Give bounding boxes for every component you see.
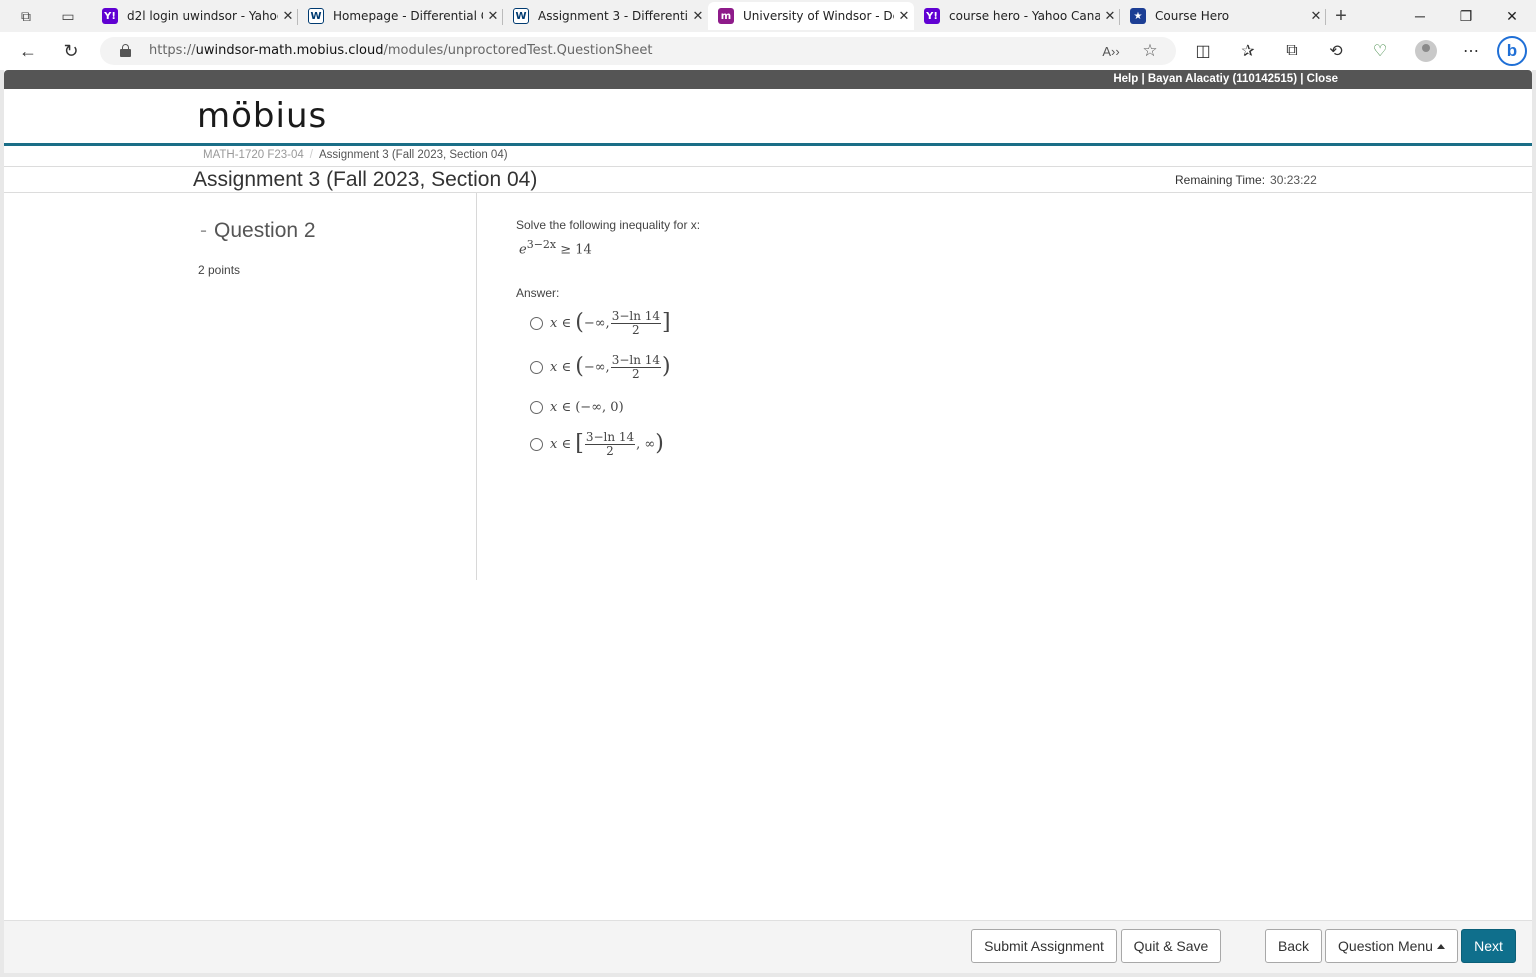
tab-course-hero[interactable]: ★ Course Hero ✕ bbox=[1120, 2, 1326, 30]
inequality: e3−2x ≥ 14 bbox=[519, 238, 592, 258]
radio-button[interactable] bbox=[530, 316, 543, 330]
caret-up-icon bbox=[1436, 943, 1445, 949]
back-button[interactable]: Back bbox=[1265, 929, 1322, 963]
remaining-time: Remaining Time: 30:23:22 bbox=[1175, 173, 1317, 187]
address-toolbar: ← ↻ https://uwindsor-math.mobius.cloud/m… bbox=[0, 32, 1536, 70]
tab-assignment-3[interactable]: W Assignment 3 - Differentia ✕ bbox=[503, 2, 708, 30]
question-points: 2 points bbox=[198, 263, 241, 277]
page-title: Assignment 3 (Fall 2023, Section 04) bbox=[193, 168, 538, 191]
tab-homepage[interactable]: W Homepage - Differential Ca ✕ bbox=[298, 2, 503, 30]
breadcrumb: MATH-1720 F23-04/Assignment 3 (Fall 2023… bbox=[203, 149, 508, 161]
tab-university-of-windsor[interactable]: m University of Windsor - De ✕ bbox=[708, 2, 914, 30]
mobius-icon: m bbox=[718, 8, 734, 24]
new-tab-icon[interactable]: + bbox=[1331, 5, 1351, 27]
read-aloud-icon[interactable]: A›› bbox=[1101, 41, 1121, 61]
answer-label: Answer: bbox=[516, 286, 560, 300]
question-menu-label: Question Menu bbox=[1338, 938, 1433, 954]
collections-icon[interactable]: ⧉ bbox=[1280, 40, 1304, 62]
window-close-icon[interactable]: ✕ bbox=[1500, 4, 1524, 28]
browser-tab-bar: ⧉ ▭ Y! d2l login uwindsor - Yahoo ✕ W Ho… bbox=[0, 0, 1536, 32]
tab-course-hero-search[interactable]: Y! course hero - Yahoo Canad ✕ bbox=[914, 2, 1120, 30]
uwindsor-icon: W bbox=[308, 8, 324, 24]
course-hero-icon: ★ bbox=[1130, 8, 1146, 24]
back-arrow-icon[interactable]: ← bbox=[16, 40, 40, 62]
user-name: Bayan Alacatiy (110142515) bbox=[1147, 73, 1298, 85]
remaining-time-label: Remaining Time: bbox=[1175, 173, 1266, 187]
uwindsor-icon: W bbox=[513, 8, 529, 24]
close-tab-icon[interactable]: ✕ bbox=[1306, 9, 1326, 24]
url-text[interactable]: https://uwindsor-math.mobius.cloud/modul… bbox=[149, 43, 652, 58]
answer-option-2[interactable]: x ∈ (−∞, 3−ln 14 2 ) bbox=[530, 353, 671, 381]
help-link[interactable]: Help bbox=[1113, 73, 1138, 85]
favorite-star-icon[interactable]: ☆ bbox=[1140, 41, 1160, 61]
quit-save-button[interactable]: Quit & Save bbox=[1121, 929, 1221, 963]
tab-title: course hero - Yahoo Canad bbox=[949, 9, 1100, 23]
collapse-dash-icon[interactable]: - bbox=[200, 219, 207, 242]
answer-option-1[interactable]: x ∈ (−∞, 3−ln 14 2 ] bbox=[530, 309, 671, 337]
tab-d2l-login[interactable]: Y! d2l login uwindsor - Yahoo ✕ bbox=[92, 2, 298, 30]
close-tab-icon[interactable]: ✕ bbox=[1100, 9, 1120, 24]
close-tab-icon[interactable]: ✕ bbox=[688, 9, 708, 24]
header-divider bbox=[4, 143, 1532, 146]
close-tab-icon[interactable]: ✕ bbox=[483, 9, 503, 24]
history-icon[interactable]: ⟲ bbox=[1324, 40, 1348, 62]
next-button[interactable]: Next bbox=[1461, 929, 1516, 963]
top-strip: Help | Bayan Alacatiy (110142515) | Clos… bbox=[4, 70, 1532, 89]
refresh-icon[interactable]: ↻ bbox=[59, 40, 83, 62]
address-bar[interactable]: https://uwindsor-math.mobius.cloud/modul… bbox=[100, 37, 1176, 65]
favorites-icon[interactable]: ✰ bbox=[1236, 40, 1260, 62]
yahoo-icon: Y! bbox=[924, 8, 940, 24]
lock-icon bbox=[120, 44, 131, 57]
tab-title: d2l login uwindsor - Yahoo bbox=[127, 9, 278, 23]
more-options-icon[interactable]: ⋯ bbox=[1459, 40, 1483, 62]
close-tab-icon[interactable]: ✕ bbox=[894, 9, 914, 24]
close-link[interactable]: Close bbox=[1307, 73, 1338, 85]
navigation-footer: Submit Assignment Quit & Save Back Quest… bbox=[4, 920, 1532, 973]
tab-actions-icon[interactable]: ▭ bbox=[58, 6, 78, 26]
restore-icon[interactable]: ❐ bbox=[1454, 4, 1478, 28]
column-divider bbox=[476, 193, 477, 580]
radio-button[interactable] bbox=[530, 401, 543, 414]
radio-button[interactable] bbox=[530, 437, 543, 451]
answer-option-3[interactable]: x ∈ (−∞, 0) bbox=[530, 400, 624, 415]
question-heading: - Question 2 bbox=[200, 219, 316, 243]
radio-button[interactable] bbox=[530, 360, 543, 374]
tab-title: University of Windsor - De bbox=[743, 9, 894, 23]
tab-title: Assignment 3 - Differentia bbox=[538, 9, 688, 23]
tab-title: Course Hero bbox=[1155, 9, 1230, 23]
yahoo-icon: Y! bbox=[102, 8, 118, 24]
question-label: Question 2 bbox=[214, 219, 316, 242]
close-tab-icon[interactable]: ✕ bbox=[278, 9, 298, 24]
submit-assignment-button[interactable]: Submit Assignment bbox=[971, 929, 1117, 963]
workspaces-icon[interactable]: ⧉ bbox=[16, 6, 36, 26]
remaining-time-value: 30:23:22 bbox=[1270, 173, 1317, 187]
user-links: Help | Bayan Alacatiy (110142515) | Clos… bbox=[1113, 73, 1338, 85]
bing-copilot-icon[interactable]: b bbox=[1497, 36, 1527, 66]
mobius-logo: möbius bbox=[197, 96, 328, 136]
breadcrumb-current: Assignment 3 (Fall 2023, Section 04) bbox=[318, 149, 508, 161]
breadcrumb-course[interactable]: MATH-1720 F23-04 bbox=[203, 149, 304, 161]
mobius-page: Help | Bayan Alacatiy (110142515) | Clos… bbox=[4, 70, 1532, 973]
minimize-icon[interactable]: ─ bbox=[1408, 4, 1432, 28]
question-menu-button[interactable]: Question Menu bbox=[1325, 929, 1458, 963]
question-prompt: Solve the following inequality for x: bbox=[516, 218, 701, 232]
browser-essentials-icon[interactable]: ♡ bbox=[1368, 40, 1392, 62]
tab-title: Homepage - Differential Ca bbox=[333, 9, 483, 23]
answer-option-4[interactable]: x ∈ [ 3−ln 14 2, ∞ ) bbox=[530, 430, 664, 458]
profile-avatar[interactable] bbox=[1415, 40, 1437, 62]
split-screen-icon[interactable]: ◫ bbox=[1191, 40, 1215, 62]
